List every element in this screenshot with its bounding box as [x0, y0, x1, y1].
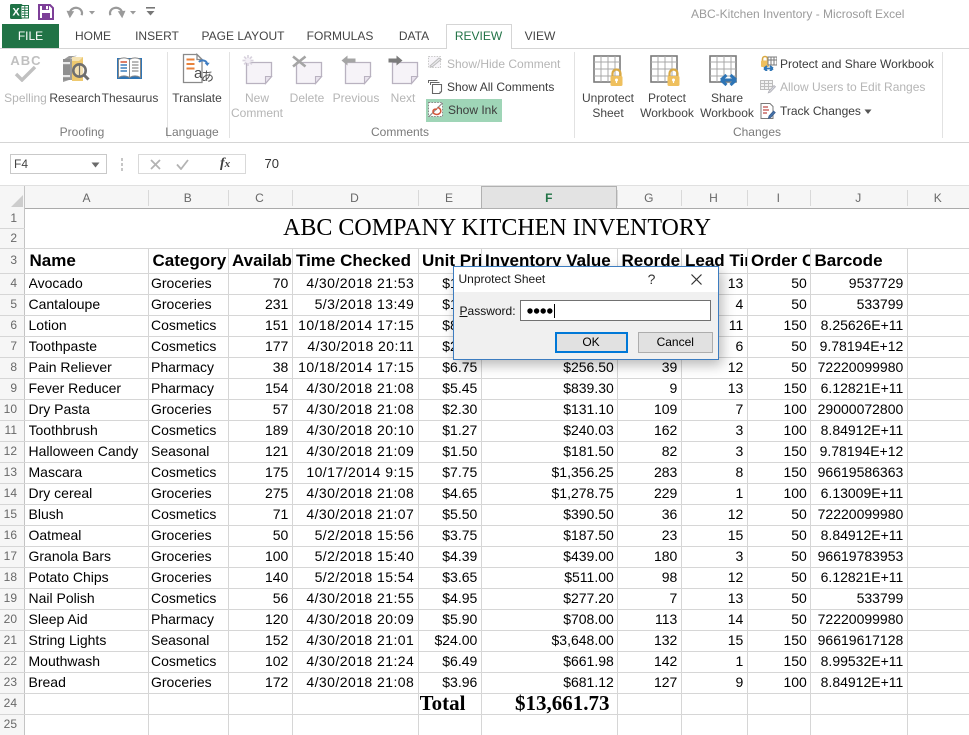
svg-text:あ: あ: [201, 69, 213, 84]
svg-text:X: X: [12, 7, 20, 19]
